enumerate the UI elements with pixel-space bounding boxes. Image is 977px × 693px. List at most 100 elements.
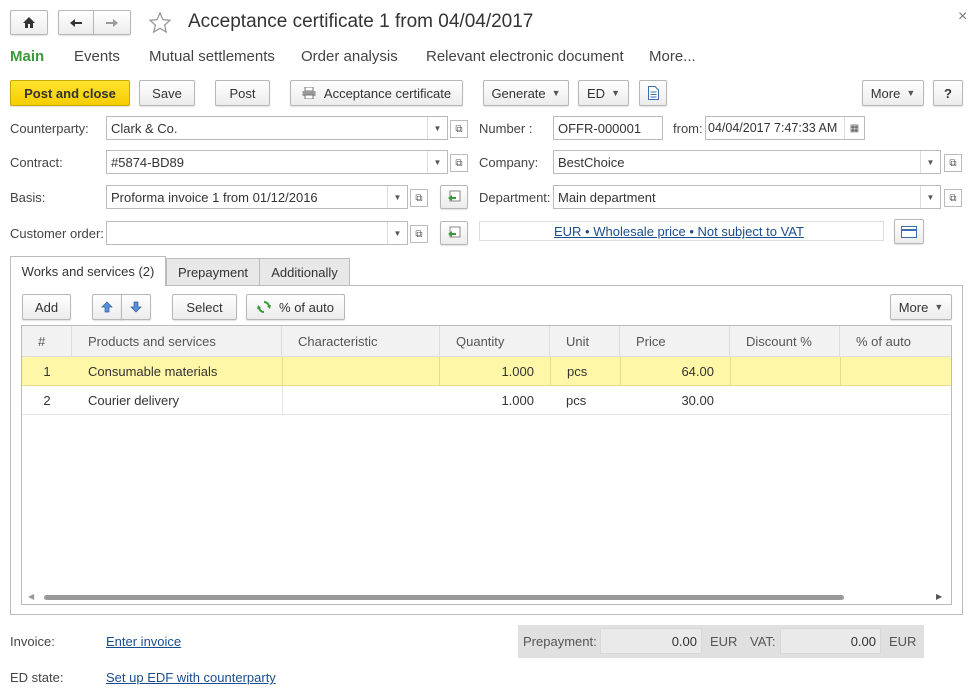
- close-icon[interactable]: ×: [958, 8, 967, 26]
- number-field[interactable]: OFFR-000001: [553, 116, 663, 140]
- prepayment-total-label: Prepayment:: [523, 634, 597, 649]
- column-header-quantity[interactable]: Quantity: [440, 326, 550, 356]
- horizontal-scrollbar[interactable]: ◀ ▶: [22, 590, 951, 604]
- select-button[interactable]: Select: [172, 294, 237, 320]
- open-customer-order-icon[interactable]: ⧉: [410, 225, 428, 243]
- payment-card-button[interactable]: [894, 219, 924, 244]
- fill-from-basis-button[interactable]: [440, 185, 468, 209]
- number-label: Number :: [479, 121, 533, 136]
- chevron-down-icon[interactable]: ▼: [920, 151, 940, 173]
- table-more-dropdown-button[interactable]: More ▼: [890, 294, 952, 320]
- generate-dropdown-button[interactable]: Generate ▼: [483, 80, 569, 106]
- page-title: Acceptance certificate 1 from 04/04/2017: [188, 11, 534, 32]
- tab-order-analysis[interactable]: Order analysis: [301, 48, 398, 65]
- product-cell[interactable]: Courier delivery: [82, 386, 282, 414]
- save-button[interactable]: Save: [139, 80, 195, 106]
- tab-prepayment[interactable]: Prepayment: [166, 258, 260, 286]
- scroll-left-icon[interactable]: ◀: [28, 592, 34, 601]
- characteristic-cell[interactable]: [282, 386, 440, 414]
- percent-auto-cell[interactable]: [840, 386, 951, 414]
- chevron-down-icon[interactable]: ▼: [427, 151, 447, 173]
- vat-total-value: 0.00: [850, 633, 876, 649]
- quantity-cell[interactable]: 1.000: [440, 357, 550, 385]
- document-button[interactable]: [639, 80, 667, 106]
- credit-card-icon: [901, 225, 917, 238]
- setup-edf-link[interactable]: Set up EDF with counterparty: [106, 670, 276, 685]
- favorite-star-icon[interactable]: [148, 11, 172, 38]
- help-button[interactable]: ?: [933, 80, 963, 106]
- more-dropdown-button[interactable]: More ▼: [862, 80, 924, 106]
- chevron-down-icon[interactable]: ▼: [427, 117, 447, 139]
- tab-more[interactable]: More...: [649, 48, 696, 65]
- tab-main[interactable]: Main: [10, 48, 44, 65]
- open-basis-icon[interactable]: ⧉: [410, 189, 428, 207]
- discount-cell[interactable]: [730, 386, 840, 414]
- characteristic-cell[interactable]: [282, 357, 440, 385]
- home-button[interactable]: [10, 10, 48, 35]
- open-counterparty-icon[interactable]: ⧉: [450, 120, 468, 138]
- company-field[interactable]: BestChoice ▼: [553, 150, 941, 174]
- move-up-button[interactable]: [92, 294, 122, 320]
- post-label: Post: [229, 85, 256, 101]
- tab-events[interactable]: Events: [74, 48, 120, 65]
- help-label: ?: [944, 85, 952, 101]
- open-department-icon[interactable]: ⧉: [944, 189, 962, 207]
- column-header-number[interactable]: #: [22, 326, 72, 356]
- post-and-close-button[interactable]: Post and close: [10, 80, 130, 106]
- unit-cell[interactable]: pcs: [550, 386, 620, 414]
- chevron-down-icon[interactable]: ▼: [920, 186, 940, 208]
- scrollbar-thumb[interactable]: [44, 595, 844, 600]
- tab-relevant-electronic-document[interactable]: Relevant electronic document: [426, 48, 624, 65]
- price-terms-link[interactable]: EUR • Wholesale price • Not subject to V…: [554, 224, 804, 239]
- basis-field[interactable]: Proforma invoice 1 from 01/12/2016 ▼: [106, 185, 408, 209]
- chevron-down-icon[interactable]: ▼: [387, 222, 407, 244]
- product-cell[interactable]: Consumable materials: [82, 357, 282, 385]
- post-button[interactable]: Post: [215, 80, 270, 106]
- table-row[interactable]: 1 Consumable materials 1.000 pcs 64.00: [22, 357, 951, 386]
- department-field[interactable]: Main department ▼: [553, 185, 941, 209]
- chevron-down-icon[interactable]: ▼: [387, 186, 407, 208]
- calendar-icon[interactable]: ▦: [844, 117, 864, 139]
- price-cell[interactable]: 64.00: [620, 357, 730, 385]
- column-header-percent-auto[interactable]: % of auto: [840, 326, 951, 356]
- open-company-icon[interactable]: ⧉: [944, 154, 962, 172]
- enter-invoice-link[interactable]: Enter invoice: [106, 634, 181, 649]
- add-button[interactable]: Add: [22, 294, 71, 320]
- column-header-discount[interactable]: Discount %: [730, 326, 840, 356]
- date-field[interactable]: 04/04/2017 7:47:33 AM ▦: [705, 116, 865, 140]
- price-cell[interactable]: 30.00: [620, 386, 730, 414]
- column-header-products[interactable]: Products and services: [72, 326, 282, 356]
- prepayment-total-field: 0.00: [600, 628, 702, 654]
- move-down-button[interactable]: [121, 294, 151, 320]
- back-button[interactable]: [58, 10, 94, 35]
- open-contract-icon[interactable]: ⧉: [450, 154, 468, 172]
- column-header-price[interactable]: Price: [620, 326, 730, 356]
- contract-field[interactable]: #5874-BD89 ▼: [106, 150, 448, 174]
- chevron-down-icon: ▼: [551, 88, 561, 98]
- column-header-unit[interactable]: Unit: [550, 326, 620, 356]
- table-row[interactable]: 2 Courier delivery 1.000 pcs 30.00: [22, 386, 951, 415]
- counterparty-field[interactable]: Clark & Co. ▼: [106, 116, 448, 140]
- tab-works-and-services[interactable]: Works and services (2): [10, 256, 166, 286]
- arrow-up-icon: [101, 301, 113, 313]
- percent-of-auto-button[interactable]: % of auto: [246, 294, 345, 320]
- from-label: from:: [673, 121, 703, 136]
- acceptance-certificate-button[interactable]: Acceptance certificate: [290, 80, 463, 106]
- vat-total-field: 0.00: [780, 628, 881, 654]
- scroll-right-icon[interactable]: ▶: [936, 592, 942, 601]
- row-number: 1: [43, 363, 51, 379]
- unit-cell[interactable]: pcs: [550, 357, 620, 385]
- arrow-down-icon: [130, 301, 142, 313]
- document-icon: [647, 86, 659, 100]
- quantity-cell[interactable]: 1.000: [440, 386, 550, 414]
- column-header-characteristic[interactable]: Characteristic: [282, 326, 440, 356]
- prepayment-currency: EUR: [710, 634, 738, 649]
- tab-mutual-settlements[interactable]: Mutual settlements: [149, 48, 275, 65]
- customer-order-field[interactable]: ▼: [106, 221, 408, 245]
- discount-cell[interactable]: [730, 357, 840, 385]
- fill-from-order-button[interactable]: [440, 221, 468, 245]
- forward-button[interactable]: [93, 10, 131, 35]
- ed-dropdown-button[interactable]: ED ▼: [578, 80, 629, 106]
- tab-additionally[interactable]: Additionally: [259, 258, 350, 286]
- percent-auto-cell[interactable]: [840, 357, 951, 385]
